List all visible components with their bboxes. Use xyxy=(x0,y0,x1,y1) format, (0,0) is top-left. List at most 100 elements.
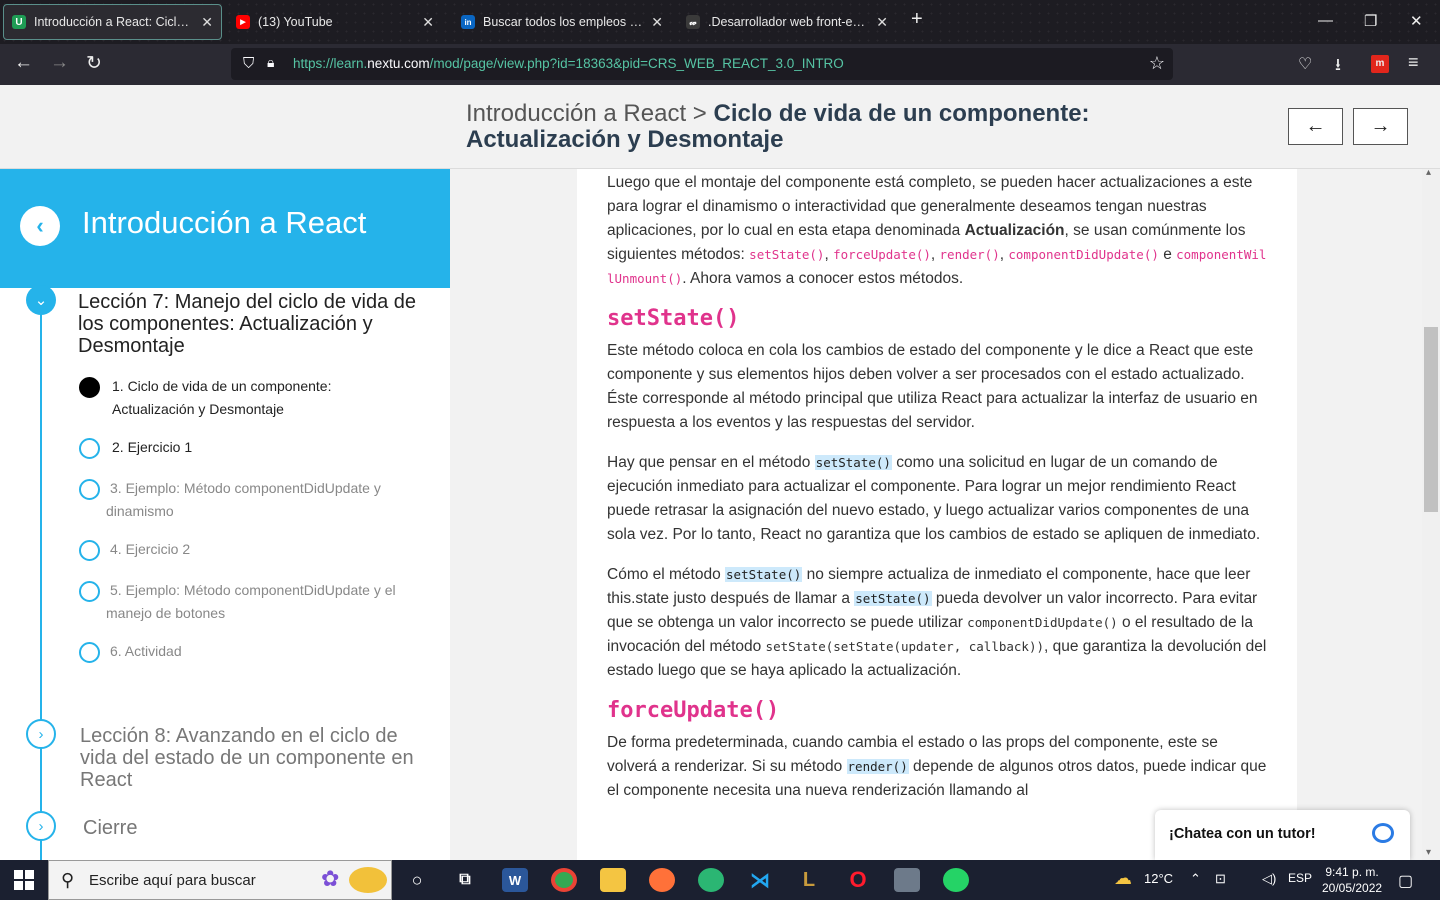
bookmark-star-icon[interactable]: ☆ xyxy=(1149,53,1165,74)
cortana-icon[interactable]: ○ xyxy=(404,868,430,892)
scroll-up-icon[interactable]: ▴ xyxy=(1426,167,1431,178)
search-icon: ⚲ xyxy=(61,870,75,890)
extension-icon[interactable]: m xyxy=(1371,55,1389,73)
whatsapp-icon[interactable] xyxy=(943,868,969,892)
firefox-icon[interactable] xyxy=(649,868,675,892)
item-dot-icon xyxy=(79,479,100,500)
tab-linkedin[interactable]: in Buscar todos los empleos | LinkedIn ✕ xyxy=(453,4,671,40)
tab-title: Buscar todos los empleos | LinkedIn xyxy=(483,15,644,29)
browser-tab-bar: U Introducción a React: Ciclo de vida ✕ … xyxy=(0,0,1440,44)
chevron-right-icon[interactable]: › xyxy=(26,811,56,841)
linkedin-favicon-icon: in xyxy=(461,15,475,29)
sidebar-subitem-1[interactable]: 1. Ciclo de vida de un componente: Actua… xyxy=(112,375,402,421)
tab-title: (13) YouTube xyxy=(258,15,333,29)
url-text: https://learn.nextu.com/mod/page/view.ph… xyxy=(293,56,844,71)
tab-title: Introducción a React: Ciclo de vida xyxy=(34,15,194,29)
opera-icon[interactable]: O xyxy=(845,867,871,892)
shield-icon[interactable]: ⛉ xyxy=(243,55,254,72)
job-favicon-icon: 𝓌 xyxy=(686,15,700,29)
scrollbar-thumb[interactable] xyxy=(1424,327,1438,512)
lesson-8-title[interactable]: Lección 8: Avanzando en el ciclo de vida… xyxy=(80,725,420,791)
date: 20/05/2022 xyxy=(1322,881,1383,895)
temperature[interactable]: 12°C xyxy=(1144,871,1173,886)
sidebar-subitem-5[interactable]: 5. Ejemplo: Método componentDidUpdate y … xyxy=(106,579,406,625)
tab-title: .Desarrollador web front-end - P xyxy=(708,15,869,29)
section-heading-setstate: setState() xyxy=(607,306,740,331)
scrollbar[interactable]: ▴ ▾ xyxy=(1422,167,1440,860)
closing-title[interactable]: Cierre xyxy=(83,817,423,839)
windows-taskbar: ⚲ Escribe aquí para buscar ✿ ○ ⧉ W ⋊ L O… xyxy=(0,860,1440,900)
paragraph: Cómo el método setState() no siempre act… xyxy=(607,566,1267,679)
close-tab-icon[interactable]: ✕ xyxy=(422,14,434,31)
back-to-course-button[interactable]: ‹ xyxy=(20,206,60,246)
volume-icon[interactable]: ◁) xyxy=(1262,871,1276,887)
paragraph: De forma predeterminada, cuando cambia e… xyxy=(607,734,1267,799)
minimize-icon[interactable]: — xyxy=(1318,12,1333,29)
item-dot-icon xyxy=(79,438,100,459)
chat-bubble-icon xyxy=(1372,823,1394,843)
nextu-favicon-icon: U xyxy=(12,15,26,29)
windows-start-icon[interactable] xyxy=(14,870,34,890)
item-dot-icon xyxy=(79,581,100,602)
paragraph: Hay que pensar en el método setState() c… xyxy=(607,454,1261,543)
download-icon[interactable]: ⭳ xyxy=(1335,52,1341,81)
pocket-icon[interactable]: ♡ xyxy=(1298,54,1312,74)
notification-icon[interactable]: ▢ xyxy=(1398,871,1413,891)
language[interactable]: ESP xyxy=(1288,871,1312,885)
sidebar-header: ‹ Introducción a React xyxy=(0,169,450,288)
breadcrumb-course[interactable]: Introducción a React xyxy=(466,100,686,127)
back-icon[interactable]: ← xyxy=(14,52,33,74)
section-heading-forceupdate: forceUpdate() xyxy=(607,698,780,723)
article: Luego que el montaje del componente está… xyxy=(607,169,1267,819)
weather-icon[interactable]: ☁ xyxy=(1114,868,1132,889)
tab-job[interactable]: 𝓌 .Desarrollador web front-end - P ✕ xyxy=(678,4,896,40)
vscode-icon[interactable]: ⋊ xyxy=(747,868,773,892)
sidebar-subitem-4[interactable]: 4. Ejercicio 2 xyxy=(106,538,406,561)
paint-icon[interactable] xyxy=(894,868,920,892)
search-placeholder: Escribe aquí para buscar xyxy=(89,872,256,889)
reload-icon[interactable]: ↻ xyxy=(86,52,102,75)
taskbar-search[interactable]: ⚲ Escribe aquí para buscar ✿ xyxy=(48,860,392,900)
forward-icon[interactable]: → xyxy=(50,52,69,74)
task-view-icon[interactable]: ⧉ xyxy=(452,868,478,892)
breadcrumb: Introducción a React > Ciclo de vida de … xyxy=(466,101,1246,153)
chrome-icon[interactable] xyxy=(551,868,577,892)
chevron-right-icon[interactable]: › xyxy=(26,719,56,749)
word-icon[interactable]: W xyxy=(502,868,528,892)
scroll-down-icon[interactable]: ▾ xyxy=(1426,847,1431,858)
course-sidebar: ‹ Introducción a React ⌄ Lección 7: Mane… xyxy=(0,169,450,860)
youtube-favicon-icon: ▶ xyxy=(236,15,250,29)
bee-decoration-icon xyxy=(349,867,387,893)
new-tab-button[interactable]: + xyxy=(911,8,923,31)
prev-page-button[interactable]: ← xyxy=(1288,108,1343,145)
lock-icon[interactable]: 🔒︎ xyxy=(267,54,274,71)
paragraph: Este método coloca en cola los cambios d… xyxy=(607,342,1258,431)
clock[interactable]: 9:41 p. m. 20/05/2022 xyxy=(1322,864,1382,896)
page-header: Introducción a React > Ciclo de vida de … xyxy=(0,85,1440,169)
flowers-decoration-icon: ✿ xyxy=(321,866,340,891)
breadcrumb-separator: > xyxy=(692,100,707,127)
sidebar-subitem-2[interactable]: 2. Ejercicio 1 xyxy=(112,436,412,459)
tab-youtube[interactable]: ▶ (13) YouTube ✕ xyxy=(228,4,442,40)
menu-icon[interactable]: ≡ xyxy=(1408,52,1419,73)
chat-widget[interactable]: ¡Chatea con un tutor! xyxy=(1155,810,1410,860)
chevron-down-icon[interactable]: ⌄ xyxy=(26,285,56,315)
sidebar-subitem-6[interactable]: 6. Actividad xyxy=(106,640,406,663)
sidebar-subitem-3[interactable]: 3. Ejemplo: Método componentDidUpdate y … xyxy=(106,477,406,523)
restore-icon[interactable]: ❐ xyxy=(1364,12,1377,30)
url-bar[interactable]: ⛉ 🔒︎ https://learn.nextu.com/mod/page/vi… xyxy=(231,48,1173,80)
close-tab-icon[interactable]: ✕ xyxy=(201,14,213,31)
close-tab-icon[interactable]: ✕ xyxy=(876,14,888,31)
edge-icon[interactable] xyxy=(698,868,724,892)
tab-nextu[interactable]: U Introducción a React: Ciclo de vida ✕ xyxy=(3,4,222,40)
league-icon[interactable]: L xyxy=(796,868,822,892)
item-dot-icon xyxy=(79,642,100,663)
next-page-button[interactable]: → xyxy=(1353,108,1408,145)
chevron-up-icon[interactable]: ⌃ xyxy=(1190,871,1201,887)
close-window-icon[interactable]: ✕ xyxy=(1410,12,1423,30)
network-icon[interactable]: ⊡ xyxy=(1215,871,1226,887)
chevron-left-icon: ‹ xyxy=(36,213,44,238)
close-tab-icon[interactable]: ✕ xyxy=(651,14,663,31)
file-explorer-icon[interactable] xyxy=(600,868,626,892)
lesson-7-title[interactable]: Lección 7: Manejo del ciclo de vida de l… xyxy=(78,291,418,357)
